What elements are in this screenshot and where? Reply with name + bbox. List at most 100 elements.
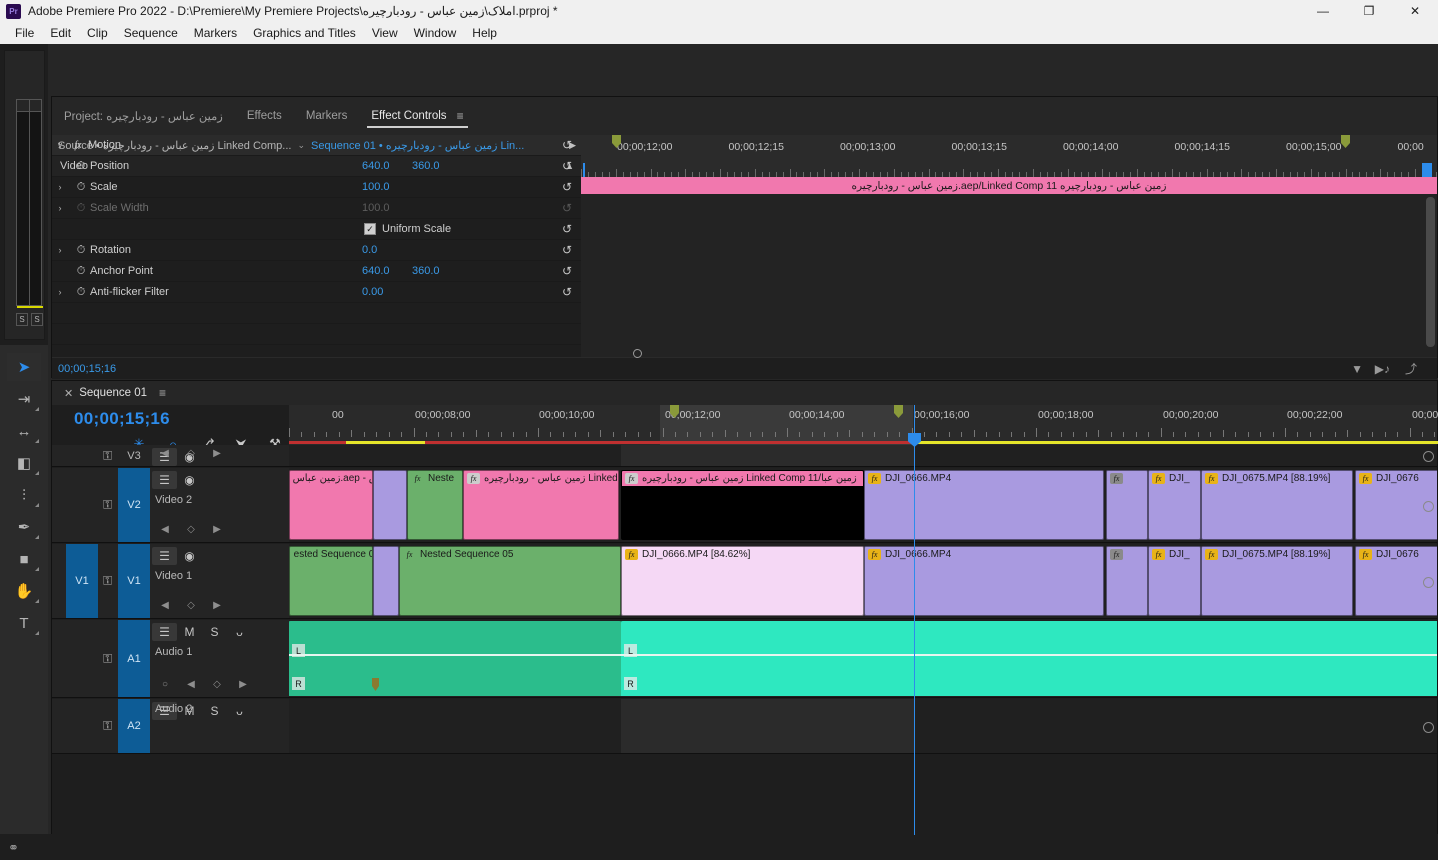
tab-panel-1[interactable]: Effects (235, 97, 294, 135)
track-height-handle[interactable] (1423, 577, 1434, 588)
timeline-clip[interactable]: fx (1106, 470, 1148, 540)
param-value-y[interactable]: 360.0 (412, 160, 440, 172)
lock-track-icon[interactable]: ⚿ (103, 719, 112, 734)
stopwatch-icon[interactable]: ⏱ (72, 244, 90, 257)
effect-controls-clip-bar[interactable]: زمین عباس - رودبارچیره.aep/Linked Comp 1… (581, 177, 1437, 194)
lock-track-icon[interactable]: ⚿ (103, 574, 112, 589)
reset-icon[interactable]: ↺ (562, 222, 572, 236)
param-row-anti-flicker-filter[interactable]: › ⏱ Anti-flicker Filter 0.00 ↺ (52, 282, 581, 303)
reset-icon[interactable]: ↺ (562, 180, 572, 194)
param-value-x[interactable]: 0.00 (362, 286, 383, 298)
tool-ripple-edit-tool[interactable]: ↔ (7, 417, 41, 445)
timeline-clip[interactable]: fx Nested Sequence 05 (399, 546, 621, 616)
track-height-handle[interactable] (1423, 451, 1434, 462)
reset-icon[interactable]: ↺ (562, 159, 572, 173)
effect-controls-vertical-scrollbar[interactable] (1426, 197, 1435, 347)
timeline-clip[interactable] (373, 546, 399, 616)
tool-pen-tool[interactable]: ✒ (7, 513, 41, 541)
menu-item-file[interactable]: File (7, 24, 42, 42)
menu-item-edit[interactable]: Edit (42, 24, 79, 42)
lock-track-icon[interactable]: ⚿ (103, 651, 112, 666)
param-value-y[interactable]: 360.0 (412, 265, 440, 277)
reset-icon[interactable]: ↺ (562, 201, 572, 215)
solo-track-button[interactable]: S (202, 702, 227, 720)
disclosure-icon[interactable]: › (52, 182, 68, 192)
menu-item-view[interactable]: View (364, 24, 406, 42)
timeline-clip[interactable]: fx (1106, 546, 1148, 616)
effect-controls-timecode[interactable]: 00;00;15;16 (52, 363, 116, 375)
param-row-position[interactable]: ⏱ Position 640.0 360.0 ↺ (52, 156, 581, 177)
stopwatch-icon[interactable]: ⏱ (72, 202, 90, 215)
audio-gain-line[interactable] (289, 654, 621, 656)
reset-icon[interactable]: ↺ (562, 285, 572, 299)
meter-solo-left-button[interactable]: S (16, 313, 28, 326)
playhead-timecode[interactable]: 00;00;15;16 (74, 409, 170, 429)
param-row-anchor-point[interactable]: ⏱ Anchor Point 640.0 360.0 ↺ (52, 261, 581, 282)
param-value-x[interactable]: 0.0 (362, 244, 377, 256)
disclosure-icon[interactable]: › (52, 203, 68, 213)
playhead[interactable] (908, 405, 921, 835)
lock-track-icon[interactable]: ⚿ (103, 448, 112, 463)
sync-lock-icon[interactable]: ☰ (152, 623, 177, 641)
stopwatch-icon[interactable]: ⏱ (72, 265, 90, 278)
timeline-clip[interactable]: زمین عباس.aep - زمین عباس (289, 470, 373, 540)
track-target-a1[interactable]: A1 (118, 620, 150, 697)
close-button[interactable]: ✕ (1392, 0, 1438, 22)
tool-type-tool[interactable]: T (7, 609, 41, 637)
menu-item-sequence[interactable]: Sequence (116, 24, 186, 42)
play-audio-icon[interactable]: ▶♪ (1375, 362, 1390, 376)
sync-lock-icon[interactable]: ☰ (152, 547, 177, 565)
mute-track-button[interactable]: M (177, 623, 202, 641)
previous-keyframe-icon[interactable]: ◀ (152, 445, 178, 461)
vu-meter[interactable] (16, 111, 43, 308)
disclosure-icon[interactable]: ∨ (52, 140, 68, 151)
param-row-rotation[interactable]: › ⏱ Rotation 0.0 ↺ (52, 240, 581, 261)
audio-clip[interactable]: LR (289, 621, 621, 696)
tab-panel-2[interactable]: Markers (294, 97, 360, 135)
tool-razor-tool[interactable]: ◧ (7, 449, 41, 477)
reset-icon[interactable]: ↺ (562, 243, 572, 257)
timeline-clip[interactable]: fx زمین عباس - رودبارچیره Linked Comp 11/… (621, 470, 864, 540)
next-keyframe-icon[interactable]: ▶ (204, 597, 230, 613)
param-value-x[interactable]: 100.0 (362, 202, 390, 214)
sync-lock-icon[interactable]: ☰ (152, 471, 177, 489)
stopwatch-icon[interactable]: ⏱ (72, 181, 90, 194)
effect-header-motion[interactable]: ∨ fx Motion ↺ (52, 135, 581, 156)
tab-sequence-01[interactable]: Sequence 01 (79, 387, 147, 399)
filter-icon[interactable]: ▼ (1351, 362, 1363, 376)
voice-over-record-icon[interactable]: ᴗ (227, 623, 252, 641)
add-keyframe-icon[interactable]: ◇ (204, 676, 230, 692)
timeline-clip[interactable]: fx DJI_0666.MP4 [84.62%] (621, 546, 864, 616)
next-keyframe-icon[interactable]: ▶ (204, 445, 230, 461)
solo-track-button[interactable]: S (202, 623, 227, 641)
audio-gain-line[interactable] (621, 654, 1437, 656)
add-keyframe-icon[interactable]: ◇ (178, 445, 204, 461)
minimize-button[interactable]: — (1300, 0, 1346, 22)
add-keyframe-icon[interactable]: ◇ (178, 521, 204, 537)
tool-selection-tool[interactable]: ➤ (7, 353, 41, 381)
reset-icon[interactable]: ↺ (562, 264, 572, 278)
track-height-handle[interactable] (1423, 722, 1434, 733)
meter-solo-right-button[interactable]: S (31, 313, 43, 326)
visibility-eye-icon[interactable]: ⚭ (8, 840, 19, 856)
tab-panel-0[interactable]: Project: زمین عباس - رودبارچیره (52, 97, 235, 135)
effect-controls-playhead-head[interactable] (1422, 163, 1432, 177)
menu-item-graphics-and-titles[interactable]: Graphics and Titles (245, 24, 364, 42)
param-value-x[interactable]: 640.0 (362, 265, 390, 277)
tab-effect-controls[interactable]: Effect Controls ≡ (359, 97, 475, 135)
timeline-clip[interactable]: fx زمین عباس - رودبارچیره Linked C (463, 470, 619, 540)
timeline-clip[interactable]: fx DJI_0666.MP4 (864, 546, 1104, 616)
param-row-uniform-scale[interactable]: ✓ Uniform Scale ↺ (52, 219, 581, 240)
menu-item-markers[interactable]: Markers (186, 24, 245, 42)
disclosure-icon[interactable]: › (52, 245, 68, 255)
maximize-button[interactable]: ❐ (1346, 0, 1392, 22)
tool-rectangle-tool[interactable]: ■ (7, 545, 41, 573)
disclosure-icon[interactable]: › (52, 287, 68, 297)
export-frame-icon[interactable]: ⤴ (1405, 360, 1417, 377)
menu-item-help[interactable]: Help (464, 24, 505, 42)
reset-icon[interactable]: ↺ (562, 138, 572, 152)
menu-item-clip[interactable]: Clip (79, 24, 116, 42)
timeline-ruler[interactable]: 00 00;00;08;00 00;00;10;00 00;00;12;00 00;00… (289, 405, 1438, 445)
param-value-x[interactable]: 100.0 (362, 181, 390, 193)
timeline-clip[interactable]: fx DJI_ (1148, 546, 1201, 616)
